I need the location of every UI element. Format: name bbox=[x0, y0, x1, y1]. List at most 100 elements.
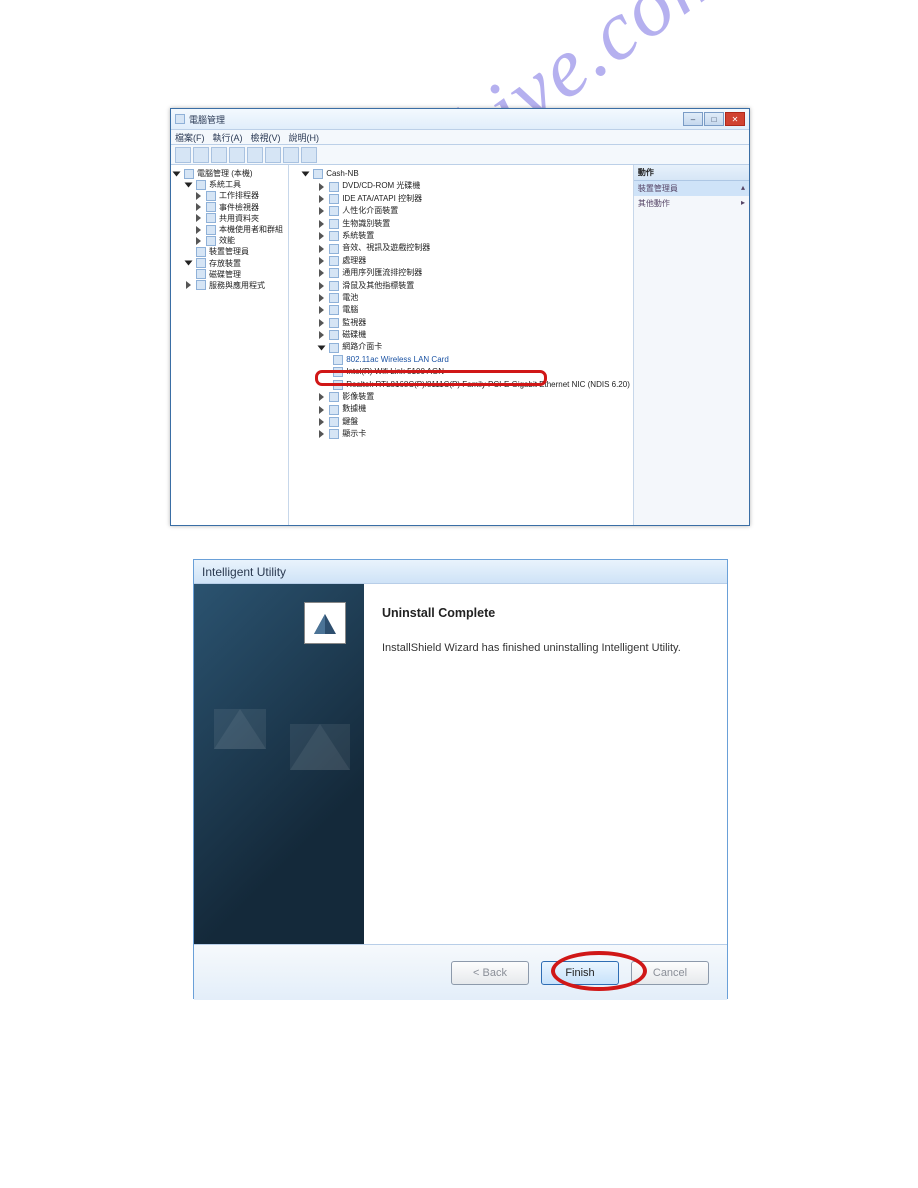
device-category[interactable]: 通用序列匯流排控制器 bbox=[342, 267, 422, 279]
toolbar-icon[interactable] bbox=[247, 147, 263, 163]
device-category[interactable]: 電池 bbox=[342, 292, 358, 304]
nav-fwd-icon[interactable] bbox=[193, 147, 209, 163]
computer-icon bbox=[313, 169, 323, 179]
imaging-icon bbox=[329, 392, 339, 402]
device-category[interactable]: 鍵盤 bbox=[342, 416, 358, 428]
wizard-sidebar bbox=[194, 584, 364, 944]
device-category[interactable]: 顯示卡 bbox=[342, 428, 366, 440]
disk-icon bbox=[196, 269, 206, 279]
device-category[interactable]: 數據機 bbox=[342, 403, 366, 415]
menu-view[interactable]: 檢視(V) bbox=[251, 131, 281, 143]
tree-root[interactable]: 電腦管理 (本機) bbox=[197, 168, 253, 179]
actions-pane: 動作 裝置管理員▴ 其他動作▸ bbox=[633, 165, 749, 525]
keyboard-icon bbox=[329, 417, 339, 427]
toolbar-icon[interactable] bbox=[265, 147, 281, 163]
folder-icon bbox=[196, 180, 206, 190]
menu-help[interactable]: 說明(H) bbox=[289, 131, 320, 143]
is-titlebar[interactable]: Intelligent Utility bbox=[194, 560, 727, 584]
actions-selected[interactable]: 裝置管理員▴ bbox=[634, 181, 749, 196]
wizard-heading: Uninstall Complete bbox=[382, 606, 709, 620]
wizard-main: Uninstall Complete InstallShield Wizard … bbox=[364, 584, 727, 944]
scheduler-icon bbox=[206, 191, 216, 201]
tree-item[interactable]: 服務與應用程式 bbox=[209, 280, 265, 291]
cpu-icon bbox=[329, 256, 339, 266]
wizard-body-text: InstallShield Wizard has finished uninst… bbox=[382, 642, 709, 654]
tree-item[interactable]: 工作排程器 bbox=[219, 190, 259, 201]
ide-icon bbox=[329, 194, 339, 204]
tree-item[interactable]: 磁碟管理 bbox=[209, 269, 241, 280]
tree-item[interactable]: 事件檢視器 bbox=[219, 202, 259, 213]
device-category-network[interactable]: 網路介面卡 bbox=[342, 341, 382, 353]
toolbar-icon[interactable] bbox=[301, 147, 317, 163]
device-manager-window: 電腦管理 – □ ✕ 檔案(F) 執行(A) 檢視(V) 說明(H) 電腦管理 … bbox=[170, 108, 750, 526]
toolbar-icon[interactable] bbox=[283, 147, 299, 163]
device-manager-icon bbox=[196, 247, 206, 257]
toolbar-icon[interactable] bbox=[229, 147, 245, 163]
cancel-button[interactable]: Cancel bbox=[631, 961, 709, 985]
actions-header: 動作 bbox=[634, 165, 749, 181]
tree-item[interactable]: 效能 bbox=[219, 235, 235, 246]
tree-item[interactable]: 存放裝置 bbox=[209, 258, 241, 269]
device-category[interactable]: 音效、視訊及遊戲控制器 bbox=[342, 242, 430, 254]
dm-titlebar[interactable]: 電腦管理 – □ ✕ bbox=[171, 109, 749, 129]
wizard-footer: < Back Finish Cancel bbox=[194, 944, 727, 1000]
network-icon bbox=[329, 343, 339, 353]
storage-icon bbox=[196, 258, 206, 268]
maximize-button[interactable]: □ bbox=[704, 112, 724, 126]
device-wlan-card[interactable]: 802.11ac Wireless LAN Card bbox=[346, 354, 449, 366]
close-button[interactable]: ✕ bbox=[725, 112, 745, 126]
device-category[interactable]: 滑鼠及其他指標裝置 bbox=[342, 280, 414, 292]
toolbar-icon[interactable] bbox=[211, 147, 227, 163]
share-icon bbox=[206, 213, 216, 223]
audio-icon bbox=[329, 244, 339, 254]
biometric-icon bbox=[329, 219, 339, 229]
installshield-logo-icon bbox=[304, 602, 346, 644]
device-category[interactable]: 磁碟機 bbox=[342, 329, 366, 341]
device-category[interactable]: 人性化介面裝置 bbox=[342, 205, 398, 217]
tree-item-selected[interactable]: 裝置管理員 bbox=[209, 246, 249, 257]
battery-icon bbox=[329, 293, 339, 303]
services-icon bbox=[196, 280, 206, 290]
tree-item[interactable]: 共用資料夾 bbox=[219, 213, 259, 224]
system-icon bbox=[329, 231, 339, 241]
device-category[interactable]: 處理器 bbox=[342, 255, 366, 267]
device-tree[interactable]: Cash-NB DVD/CD-ROM 光碟機 IDE ATA/ATAPI 控制器… bbox=[289, 165, 633, 525]
monitor-icon bbox=[329, 318, 339, 328]
device-category[interactable]: DVD/CD-ROM 光碟機 bbox=[342, 180, 420, 192]
menu-file[interactable]: 檔案(F) bbox=[175, 131, 205, 143]
finish-button[interactable]: Finish bbox=[541, 961, 619, 985]
wifi-icon bbox=[333, 355, 343, 365]
computer-icon bbox=[329, 305, 339, 315]
tree-item[interactable]: 本機使用者和群組 bbox=[219, 224, 283, 235]
dialog-title: Intelligent Utility bbox=[202, 565, 286, 579]
hid-icon bbox=[329, 206, 339, 216]
device-category[interactable]: IDE ATA/ATAPI 控制器 bbox=[342, 193, 422, 205]
actions-other[interactable]: 其他動作▸ bbox=[634, 196, 749, 211]
device-category[interactable]: 系統裝置 bbox=[342, 230, 374, 242]
users-icon bbox=[206, 225, 216, 235]
event-icon bbox=[206, 202, 216, 212]
window-title: 電腦管理 bbox=[189, 113, 683, 126]
modem-icon bbox=[329, 405, 339, 415]
device-category[interactable]: 電腦 bbox=[342, 304, 358, 316]
menu-action[interactable]: 執行(A) bbox=[213, 131, 243, 143]
tree-item[interactable]: 系統工具 bbox=[209, 179, 241, 190]
installshield-dialog: Intelligent Utility Uninstall Complete I… bbox=[193, 559, 728, 999]
nav-back-icon[interactable] bbox=[175, 147, 191, 163]
usb-icon bbox=[329, 268, 339, 278]
disk-icon bbox=[329, 330, 339, 340]
toolbar bbox=[171, 145, 749, 165]
back-button[interactable]: < Back bbox=[451, 961, 529, 985]
display-icon bbox=[329, 429, 339, 439]
mmc-nav-tree[interactable]: 電腦管理 (本機) 系統工具 工作排程器 事件檢視器 共用資料夾 本機使用者和群… bbox=[171, 165, 289, 525]
device-category[interactable]: 影像裝置 bbox=[342, 391, 374, 403]
perf-icon bbox=[206, 236, 216, 246]
device-category[interactable]: 監視器 bbox=[342, 317, 366, 329]
device-root[interactable]: Cash-NB bbox=[326, 168, 358, 180]
dm-app-icon bbox=[175, 114, 185, 124]
computer-icon bbox=[184, 169, 194, 179]
dvd-icon bbox=[329, 182, 339, 192]
mouse-icon bbox=[329, 281, 339, 291]
device-category[interactable]: 生物識別裝置 bbox=[342, 218, 390, 230]
minimize-button[interactable]: – bbox=[683, 112, 703, 126]
